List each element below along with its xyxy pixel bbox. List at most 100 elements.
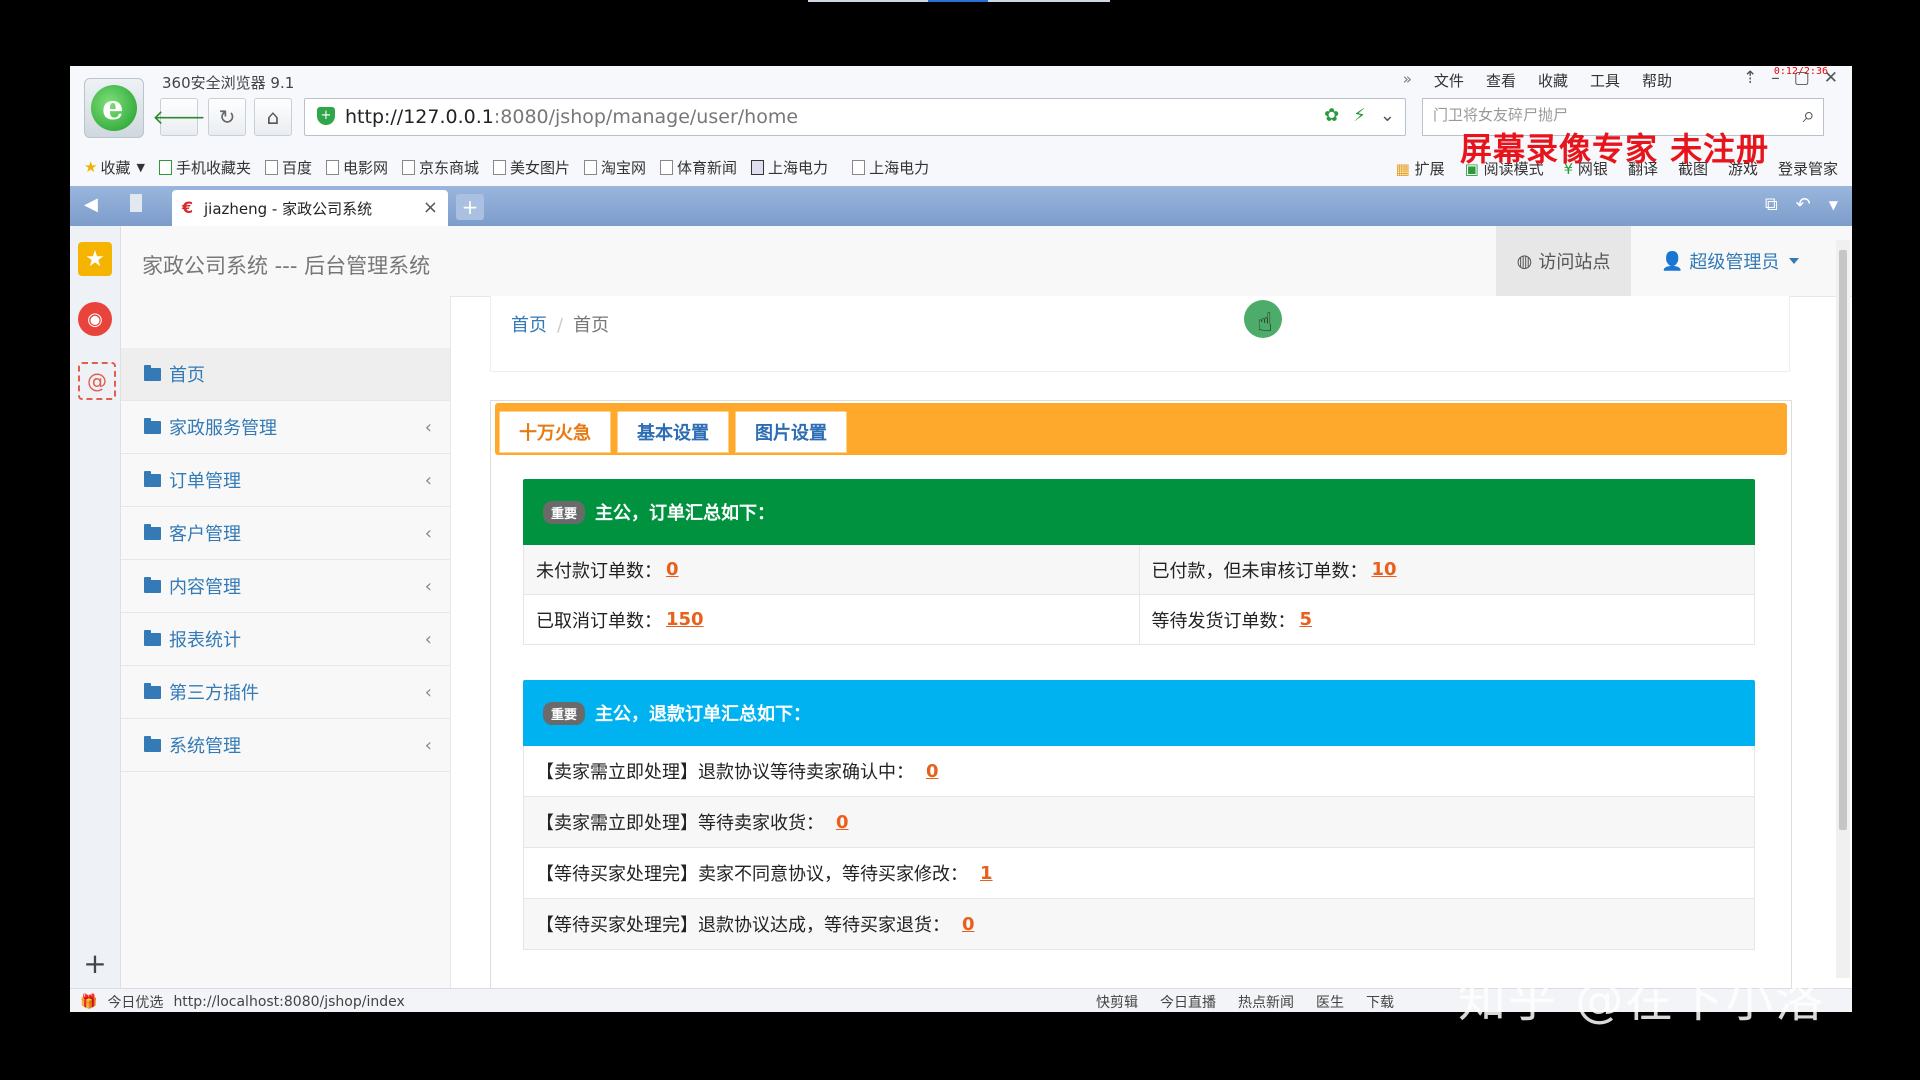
security-shield-icon: + [317, 107, 335, 125]
sidebar-item-label: 订单管理 [169, 471, 241, 492]
login-manager-button[interactable]: 登录管家 [1778, 158, 1838, 179]
stat-label: 未付款订单数： [536, 560, 662, 582]
star-icon: ★ [84, 158, 98, 176]
menu-favorites[interactable]: 收藏 [1538, 70, 1568, 91]
tab-bar: ◀ € jiazheng - 家政公司系统 × + ⧉ ↶ ▼ [70, 186, 1852, 226]
sidebar-toggle-icon[interactable]: ◀ [84, 194, 98, 215]
window-controls: ⇡ – ▢ ✕ [1743, 68, 1838, 88]
list-item: 【等待买家处理完】卖家不同意协议，等待买家修改： 1 [523, 848, 1755, 899]
browser-tab-active[interactable]: € jiazheng - 家政公司系统 × [172, 190, 448, 226]
scrollbar-thumb[interactable] [1839, 250, 1847, 830]
download-button[interactable]: 下载 [1366, 992, 1394, 1012]
refund-label: 【等待买家处理完】退款协议达成，等待买家退货： [536, 915, 950, 936]
admin-user-menu[interactable]: 👤 超级管理员 [1661, 226, 1800, 296]
compat-mode-icon[interactable]: ✿ [1324, 105, 1339, 126]
bookmark-baidu[interactable]: 百度 [264, 157, 312, 178]
chevron-down-icon[interactable]: ▼ [1829, 198, 1838, 215]
sidebar-item-housekeeping[interactable]: 家政服务管理 ‹ [121, 401, 450, 454]
visit-site-link[interactable]: ◍ 访问站点 [1496, 226, 1631, 296]
bookmark-mobile[interactable]: 手机收藏夹 [158, 157, 251, 178]
sidebar-item-content[interactable]: 内容管理 ‹ [121, 560, 450, 613]
bookmark-movies[interactable]: 电影网 [325, 157, 388, 178]
menu-view[interactable]: 查看 [1486, 70, 1516, 91]
sidebar-item-plugins[interactable]: 第三方插件 ‹ [121, 666, 450, 719]
important-badge: 重要 [543, 701, 586, 725]
tab-image-settings[interactable]: 图片设置 [735, 411, 847, 453]
sidebar-item-customers[interactable]: 客户管理 ‹ [121, 507, 450, 560]
refund-count-link[interactable]: 0 [926, 761, 939, 782]
minimize-icon[interactable]: – [1771, 68, 1780, 88]
favorites-star-icon[interactable]: ★ [78, 242, 112, 276]
extensions-button[interactable]: ▦ 扩展 [1396, 158, 1445, 179]
awaiting-shipment-count-link[interactable]: 5 [1300, 609, 1313, 630]
new-tab-button[interactable]: + [456, 194, 484, 220]
bookmark-power-1[interactable]: 上海电力 [751, 157, 828, 178]
sidebar-item-orders[interactable]: 订单管理 ‹ [121, 454, 450, 507]
maximize-icon[interactable]: ▢ [1794, 68, 1810, 88]
url-text[interactable]: http://127.0.0.1:8080/jshop/manage/user/… [345, 106, 798, 128]
live-today-button[interactable]: 今日直播 [1160, 992, 1216, 1012]
paid-unreviewed-count-link[interactable]: 10 [1372, 559, 1397, 580]
sidebar-item-reports[interactable]: 报表统计 ‹ [121, 613, 450, 666]
bookmark-label: 京东商城 [418, 158, 479, 177]
search-input[interactable] [1431, 105, 1775, 125]
quick-edit-button[interactable]: 快剪辑 [1096, 992, 1138, 1012]
page-scrollbar[interactable] [1836, 240, 1850, 978]
unpaid-orders-count-link[interactable]: 0 [666, 559, 679, 580]
daily-picks-link[interactable]: 今日优选 [107, 992, 163, 1012]
breadcrumb-panel: 首页 / 首页 [490, 296, 1790, 372]
mail-icon[interactable]: @ [78, 362, 116, 400]
sidebar-item-label: 内容管理 [169, 577, 241, 598]
address-bar[interactable]: + http://127.0.0.1:8080/jshop/manage/use… [304, 98, 1406, 136]
menu-help[interactable]: 帮助 [1642, 70, 1672, 91]
cancelled-count-link[interactable]: 150 [666, 609, 704, 630]
sidebar-item-home[interactable]: 首页 [121, 348, 450, 401]
folder-icon [144, 523, 161, 540]
refund-count-link[interactable]: 1 [980, 863, 993, 884]
chevron-down-icon: ▼ [136, 160, 145, 174]
zhihu-watermark: 知乎 @在下小洛 [1458, 972, 1826, 1028]
tab-urgent[interactable]: 十万火急 [499, 411, 611, 453]
chevron-down-icon[interactable]: ⌄ [1380, 105, 1395, 126]
close-icon[interactable]: ✕ [1824, 68, 1838, 88]
awaiting-shipment-orders: 等待发货订单数： 5 [1138, 595, 1755, 644]
hand-cursor-icon: ☝ [1257, 308, 1273, 338]
menu-tools[interactable]: 工具 [1590, 70, 1620, 91]
undo-close-icon[interactable]: ↶ [1796, 194, 1811, 215]
refund-count-link[interactable]: 0 [962, 914, 975, 935]
hot-news-button[interactable]: 热点新闻 [1238, 992, 1294, 1012]
menu-file[interactable]: 文件 [1434, 70, 1464, 91]
refund-count-link[interactable]: 0 [836, 812, 849, 833]
menu-expand-icon[interactable]: » [1403, 70, 1412, 91]
cancelled-orders: 已取消订单数： 150 [524, 595, 1139, 644]
bookmark-taobao[interactable]: 淘宝网 [584, 157, 646, 178]
home-button[interactable]: ⌂ [254, 98, 292, 136]
bookmark-sports[interactable]: 体育新闻 [660, 157, 737, 178]
bookmark-power-2[interactable]: 上海电力 [852, 157, 929, 178]
back-button[interactable]: 🡐 [152, 98, 206, 136]
bookmark-label: 体育新闻 [677, 158, 738, 177]
site-brand[interactable]: 家政公司系统 --- 后台管理系统 [142, 250, 430, 280]
pin-icon[interactable]: ⇡ [1743, 68, 1757, 88]
tab-overview-icon[interactable]: ⧉ [1765, 194, 1778, 215]
globe-icon: ◍ [1516, 250, 1533, 272]
close-tab-icon[interactable]: × [423, 197, 438, 218]
bookmark-jd[interactable]: 京东商城 [401, 157, 479, 178]
page-icon [401, 159, 415, 175]
weibo-icon[interactable]: ◉ [78, 302, 112, 336]
page-icon[interactable] [130, 194, 142, 212]
browser-window: e 360安全浏览器 9.1 » 文件 查看 收藏 工具 帮助 0:12/2:3… [70, 66, 1852, 1012]
important-badge: 重要 [543, 500, 586, 524]
doctor-button[interactable]: 医生 [1316, 992, 1344, 1012]
search-icon[interactable]: ⌕ [1803, 103, 1815, 128]
tab-basic-settings[interactable]: 基本设置 [617, 411, 729, 453]
add-icon[interactable]: + [78, 946, 112, 980]
speed-mode-icon[interactable]: ⚡ [1353, 105, 1366, 126]
refresh-button[interactable]: ↻ [208, 98, 246, 136]
bookmark-favorites[interactable]: ★ 收藏 ▼ [84, 157, 145, 178]
dashboard-tabs: 十万火急 基本设置 图片设置 [495, 403, 1787, 455]
sidebar-item-system[interactable]: 系统管理 ‹ [121, 719, 450, 772]
chevron-left-icon: ‹ [424, 575, 432, 597]
breadcrumb-home-link[interactable]: 首页 [511, 315, 547, 336]
bookmark-images[interactable]: 美女图片 [493, 157, 570, 178]
